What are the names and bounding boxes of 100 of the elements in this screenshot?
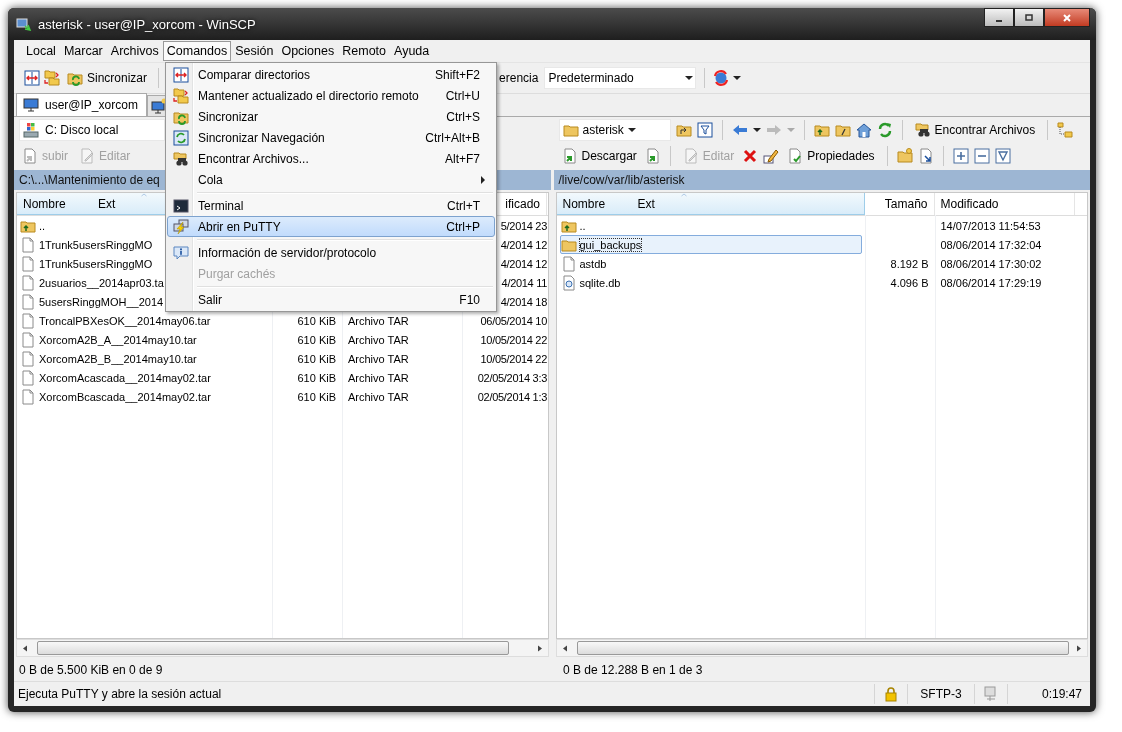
column-header[interactable]: Nombre <box>556 193 632 215</box>
menu-item[interactable]: Comparar directorios Shift+F2 <box>167 64 495 85</box>
file-name: 2usuarios__2014apr03.ta <box>39 276 164 289</box>
folder-open-icon[interactable] <box>675 122 692 138</box>
file-size: 610 KiB <box>297 314 336 327</box>
file-date: 08/06/2014 17:29:19 <box>940 276 1042 289</box>
monitor-icon <box>23 97 39 113</box>
column-header[interactable]: Nombre <box>17 193 92 215</box>
column-header[interactable]: Modificado <box>934 193 1075 215</box>
file-row[interactable]: sqlite.db <box>559 273 862 292</box>
pencil-icon[interactable] <box>763 148 780 164</box>
file-date: 4/2014 11 <box>501 276 547 289</box>
maximize-button[interactable] <box>1014 8 1044 27</box>
file-row[interactable]: gui_backups <box>559 235 862 254</box>
menu-item[interactable]: Cola <box>167 169 495 190</box>
menu-bar-item[interactable]: Local <box>22 41 60 61</box>
file-row[interactable]: .. <box>559 216 862 235</box>
close-button[interactable] <box>1044 8 1090 27</box>
horizontal-scrollbar[interactable] <box>555 639 1088 657</box>
file-name: astdb <box>579 257 607 270</box>
plus-icon[interactable] <box>952 148 969 164</box>
menu-bar-item[interactable]: Opciones <box>277 41 339 61</box>
file-name: .. <box>579 219 586 232</box>
refresh-icon[interactable] <box>876 122 893 138</box>
protocol-indicator: SFTP-3 <box>907 684 974 704</box>
scroll-right-icon[interactable] <box>1077 644 1081 652</box>
transfer-settings-dropdown[interactable]: Predeterminado <box>544 67 697 89</box>
file-date: 4/2014 12 <box>500 238 547 251</box>
file-size: 610 KiB <box>297 390 336 403</box>
delete-icon[interactable] <box>742 148 759 164</box>
upload-icon <box>22 148 38 164</box>
horizontal-scrollbar[interactable] <box>16 639 549 657</box>
filter-icon[interactable] <box>994 148 1011 164</box>
drive-dropdown[interactable]: C: Disco local <box>19 119 165 141</box>
lock-icon <box>883 686 899 702</box>
file-date: 14/07/2013 11:54:53 <box>940 219 1041 232</box>
scroll-left-icon[interactable] <box>562 644 567 652</box>
file-icon <box>20 369 36 386</box>
directory-dropdown[interactable]: asterisk <box>558 119 671 141</box>
menu-bar-item[interactable]: Archivos <box>106 41 163 61</box>
file-size: 610 KiB <box>297 352 336 365</box>
menu-item[interactable]: Salir F10 <box>167 289 495 310</box>
scroll-right-icon[interactable] <box>537 644 542 652</box>
file-name: sqlite.db <box>579 276 621 289</box>
download-icon[interactable] <box>644 148 661 164</box>
minimize-button[interactable] <box>984 8 1014 27</box>
synchronize-button[interactable]: Sincronizar <box>64 68 151 88</box>
properties-button[interactable]: Propiedades <box>784 146 878 166</box>
file-date: 4/2014 18 <box>500 295 547 308</box>
database-file-icon <box>560 274 577 291</box>
back-arrow-icon[interactable] <box>731 122 748 138</box>
menu-item[interactable]: Encontrar Archivos... Alt+F7 <box>167 148 495 169</box>
parent-folder-icon[interactable] <box>813 122 830 138</box>
file-icon <box>20 293 36 310</box>
document-arrow-icon[interactable] <box>917 148 934 164</box>
download-button[interactable]: Descargar <box>558 146 640 166</box>
menu-bar-item[interactable]: Sesión <box>231 41 278 61</box>
menu-bar-item[interactable]: Comandos <box>162 41 232 61</box>
file-name: XorcomA2B_A__2014may10.tar <box>39 333 197 346</box>
file-date: 5/2014 23 <box>500 219 547 232</box>
menu-item[interactable]: Mantener actualizado el directorio remoto Ctrl+U <box>167 85 495 106</box>
edit-icon <box>79 148 95 164</box>
dropdown-caret-icon[interactable] <box>752 128 761 132</box>
shortcut-text: Alt+F7 <box>445 151 481 166</box>
file-name: XorcomAcascada__2014may02.tar <box>39 371 211 384</box>
menu-item[interactable]: Información de servidor/protocolo <box>167 242 495 263</box>
selection-summary: 0 B de 12.288 B en 1 de 3 <box>562 663 703 677</box>
dropdown-caret-icon[interactable] <box>733 76 742 80</box>
minimize-icon <box>994 19 1004 22</box>
menu-bar-item[interactable]: Ayuda <box>390 41 434 61</box>
home-icon[interactable] <box>855 122 872 138</box>
find-files-button[interactable]: Encontrar Archivos <box>911 120 1039 140</box>
file-icon <box>20 350 36 367</box>
column-header[interactable]: Ext <box>631 193 865 215</box>
menu-bar-item[interactable]: Marcar <box>59 41 107 61</box>
folder-sync-icon <box>67 70 83 86</box>
file-name: XorcomA2B_B__2014may10.tar <box>39 352 197 365</box>
minus-icon[interactable] <box>973 148 990 164</box>
filter-icon[interactable] <box>696 122 713 138</box>
file-date: 4/2014 12 <box>500 257 547 270</box>
scroll-left-icon[interactable] <box>23 644 27 652</box>
info-icon <box>173 244 189 261</box>
file-date: 08/06/2014 17:32:04 <box>940 238 1042 251</box>
file-name: 1Trunk5usersRinggMO <box>39 257 153 270</box>
file-type: Archivo TAR <box>348 390 409 403</box>
binoculars-icon <box>173 150 189 167</box>
column-header[interactable]: Tamaño <box>864 193 935 215</box>
shortcut-text: Shift+F2 <box>434 67 481 82</box>
menu-item[interactable]: Sincronizar Navegación Ctrl+Alt+B <box>167 127 495 148</box>
file-name: 1Trunk5usersRinggMO <box>39 238 153 251</box>
session-tab[interactable]: user@IP_xorcom <box>16 93 147 116</box>
menu-item[interactable]: Abrir en PuTTY Ctrl+P <box>167 216 495 237</box>
menu-bar-item[interactable]: Remoto <box>338 41 390 61</box>
globe-arrows-icon[interactable] <box>713 70 730 86</box>
menu-item[interactable]: Sincronizar Ctrl+S <box>167 106 495 127</box>
path-bar: /live/cow/var/lib/asterisk <box>553 170 1090 190</box>
folders-icon[interactable] <box>44 70 60 86</box>
file-row[interactable]: astdb <box>559 254 862 273</box>
root-folder-icon[interactable] <box>834 122 851 138</box>
session-time: 0:19:47 <box>1007 684 1090 704</box>
